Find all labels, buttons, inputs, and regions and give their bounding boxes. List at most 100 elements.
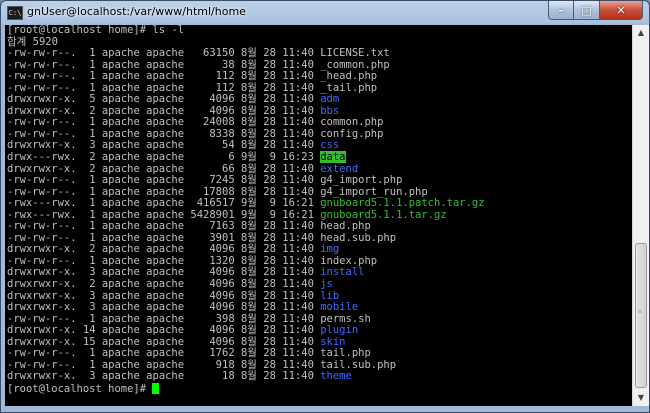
owner: apache <box>101 127 140 140</box>
owner: apache <box>101 58 140 71</box>
permissions: -rw-rw-r--. <box>7 70 77 83</box>
file-name[interactable]: g4_import_run.php <box>320 186 427 198</box>
day: 28 <box>263 220 276 233</box>
file-name[interactable]: adm <box>320 93 339 106</box>
file-name[interactable]: gnuboard5.1.1.tar.gz <box>320 209 446 221</box>
file-name[interactable]: _tail.php <box>320 82 377 94</box>
month: 8월 <box>240 231 257 244</box>
time: 11:40 <box>282 104 314 117</box>
month: 8월 <box>240 220 257 233</box>
link-count: 1 <box>82 347 96 360</box>
day: 28 <box>263 278 276 291</box>
file-name[interactable]: skin <box>320 336 345 348</box>
permissions: drwxrwxr-x. <box>7 324 77 337</box>
file-name[interactable]: bbs <box>320 105 339 117</box>
group: apache <box>146 127 185 140</box>
owner: apache <box>101 104 140 117</box>
link-count: 1 <box>82 116 96 129</box>
vertical-scrollbar[interactable]: ▲ ≡ ▼ <box>632 25 649 406</box>
owner: apache <box>101 266 140 279</box>
permissions: drwxrwxr-x. <box>7 266 77 279</box>
title-bar[interactable]: C:\ gnUser@localhost:/var/www/html/home … <box>1 1 649 25</box>
group: apache <box>146 347 185 360</box>
file-size: 918 <box>190 358 235 371</box>
day: 28 <box>263 162 276 175</box>
file-name[interactable]: lib <box>320 290 339 302</box>
owner: apache <box>101 289 140 302</box>
link-count: 1 <box>82 47 96 60</box>
file-name[interactable]: common.php <box>320 116 383 129</box>
link-count: 5 <box>82 93 96 106</box>
time: 11:40 <box>282 93 314 106</box>
terminal-window: C:\ gnUser@localhost:/var/www/html/home … <box>0 0 650 413</box>
file-size: 17808 <box>190 185 235 198</box>
month: 8월 <box>240 70 257 83</box>
file-name[interactable]: gnuboard5.1.1.patch.tar.gz <box>320 197 484 209</box>
owner: apache <box>101 139 140 152</box>
link-count: 2 <box>82 278 96 291</box>
file-name[interactable]: perms.sh <box>320 313 371 325</box>
file-size: 4096 <box>190 335 235 348</box>
link-count: 3 <box>82 139 96 152</box>
group: apache <box>146 208 185 221</box>
permissions: -rw-rw-r--. <box>7 358 77 371</box>
link-count: 1 <box>82 197 96 210</box>
minimize-button[interactable]: – <box>548 1 574 20</box>
permissions: drwxrwxr-x. <box>7 243 77 256</box>
file-name[interactable]: _head.php <box>320 70 377 82</box>
link-count: 1 <box>82 231 96 244</box>
scroll-down-arrow-icon[interactable]: ▼ <box>633 390 649 406</box>
terminal-output-area[interactable]: [root@localhost home]# ls -l 합계 5920 -rw-r… <box>5 25 632 406</box>
terminal-app-icon[interactable]: C:\ <box>7 6 23 20</box>
file-name[interactable]: head.sub.php <box>320 232 396 244</box>
file-name[interactable]: config.php <box>320 128 383 140</box>
file-size: 24008 <box>190 116 235 129</box>
file-name[interactable]: g4_import.php <box>320 174 402 186</box>
file-name[interactable]: data <box>320 151 346 164</box>
scrollbar-thumb[interactable]: ≡ <box>635 243 647 388</box>
text-cursor <box>152 382 160 394</box>
day: 28 <box>263 312 276 325</box>
file-name[interactable]: tail.php <box>320 347 371 360</box>
owner: apache <box>101 312 140 325</box>
maximize-button[interactable]: □ <box>574 1 600 20</box>
month: 8월 <box>240 312 257 325</box>
month: 8월 <box>240 47 257 60</box>
file-size: 3901 <box>190 231 235 244</box>
day: 28 <box>263 139 276 152</box>
scroll-up-arrow-icon[interactable]: ▲ <box>633 25 649 41</box>
file-size: 54 <box>190 139 235 152</box>
file-name[interactable]: index.php <box>320 255 377 267</box>
file-name[interactable]: js <box>320 278 333 290</box>
group: apache <box>146 47 185 60</box>
close-button[interactable]: ✕ <box>600 1 643 20</box>
group: apache <box>146 162 185 175</box>
file-name[interactable]: mobile <box>320 301 358 313</box>
file-name[interactable]: tail.sub.php <box>320 359 396 371</box>
permissions: -rw-rw-r--. <box>7 116 77 129</box>
file-name[interactable]: LICENSE.txt <box>320 47 390 59</box>
month: 9월 <box>240 151 257 164</box>
link-count: 3 <box>82 289 96 302</box>
group: apache <box>146 185 185 198</box>
time: 11:40 <box>282 243 314 256</box>
file-name[interactable]: install <box>320 266 364 279</box>
time: 11:40 <box>282 312 314 325</box>
prompt-line[interactable]: [root@localhost home]# <box>7 382 485 395</box>
line-text: 합계 5920 <box>7 35 58 48</box>
file-name[interactable]: _common.php <box>320 59 390 71</box>
file-size: 4096 <box>190 289 235 302</box>
file-name[interactable]: head.php <box>320 220 371 233</box>
owner: apache <box>101 162 140 175</box>
file-name[interactable]: theme <box>320 370 352 383</box>
file-name[interactable]: extend <box>320 163 358 175</box>
owner: apache <box>101 81 140 94</box>
file-name[interactable]: plugin <box>320 324 358 336</box>
owner: apache <box>101 278 140 291</box>
group: apache <box>146 289 185 302</box>
file-name[interactable]: img <box>320 243 339 256</box>
permissions: -rw-rw-r--. <box>7 347 77 360</box>
file-name[interactable]: css <box>320 139 339 152</box>
group: apache <box>146 335 185 348</box>
terminal-lines: [root@localhost home]# ls -l 합계 5920 -rw-r… <box>7 25 485 395</box>
